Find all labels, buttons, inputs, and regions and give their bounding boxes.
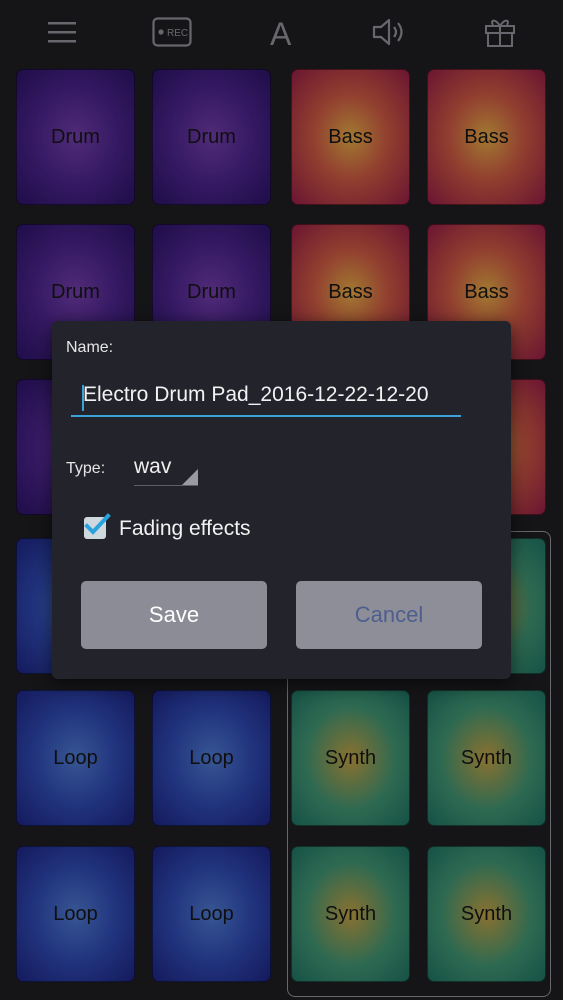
type-select[interactable]: wav [134,451,198,486]
name-input[interactable] [71,381,461,417]
cancel-button[interactable]: Cancel [296,581,482,649]
save-button[interactable]: Save [81,581,267,649]
dropdown-arrow-icon [182,469,198,485]
save-dialog: Name: Type: wav Fading effects Save Canc… [52,321,511,679]
name-label: Name: [66,339,114,356]
type-value: wav [134,455,172,478]
check-icon [84,513,111,535]
type-label: Type: [66,460,106,477]
fading-effects-checkbox[interactable] [84,513,111,539]
text-cursor [82,385,84,411]
fading-effects-label: Fading effects [119,517,251,540]
